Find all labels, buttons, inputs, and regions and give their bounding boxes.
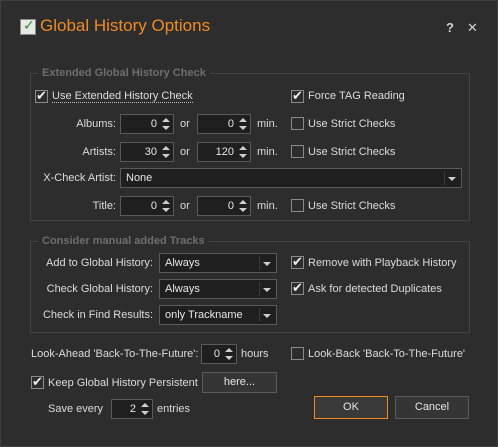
title-strict-checkbox[interactable]	[291, 199, 304, 212]
spin-arrows-icon[interactable]	[159, 197, 173, 215]
artists-to-value: 120	[215, 146, 234, 158]
artists-unit-label: min.	[257, 146, 278, 158]
dialog-window: ✓ Global History Options ? ✕ Extended Gl…	[0, 0, 498, 447]
chevron-down-icon[interactable]	[263, 314, 271, 318]
cancel-button[interactable]: Cancel	[395, 396, 469, 419]
lookahead-stepper[interactable]: 0	[201, 344, 237, 364]
chevron-down-icon[interactable]	[448, 177, 456, 181]
title-label: Title:	[92, 200, 116, 212]
save-every-value: 2	[129, 403, 136, 415]
title-or-label: or	[180, 200, 190, 212]
lookahead-label: Look-Ahead 'Back-To-The-Future':	[31, 348, 199, 360]
spin-arrows-icon[interactable]	[159, 115, 173, 133]
spin-arrows-icon[interactable]	[236, 197, 250, 215]
title-from-stepper[interactable]: 0	[120, 196, 174, 216]
spin-arrows-icon[interactable]	[236, 115, 250, 133]
dialog-title: Global History Options	[40, 16, 211, 35]
ok-button[interactable]: OK	[314, 396, 388, 419]
persistent-checkbox[interactable]	[31, 374, 44, 390]
artists-or-label: or	[180, 146, 190, 158]
close-button[interactable]: ✕	[467, 20, 478, 36]
artists-to-stepper[interactable]: 120	[197, 142, 251, 162]
spin-arrows-icon[interactable]	[138, 400, 152, 418]
find-results-value: only Trackname	[165, 309, 243, 321]
xcheck-artist-label: X-Check Artist:	[43, 172, 116, 184]
persistent-label[interactable]: Keep Global History Persistent	[48, 377, 198, 389]
albums-to-value: 0	[227, 118, 234, 130]
albums-unit-label: min.	[257, 118, 278, 130]
use-extended-label[interactable]: Use Extended History Check	[52, 90, 193, 103]
check-global-select[interactable]: Always	[159, 279, 277, 299]
check-global-label: Check Global History:	[46, 283, 153, 295]
chevron-down-icon[interactable]	[263, 288, 271, 292]
remove-playback-label[interactable]: Remove with Playback History	[308, 257, 457, 269]
lookahead-value: 0	[213, 348, 220, 360]
title-unit-label: min.	[257, 200, 278, 212]
add-global-value: Always	[165, 257, 200, 269]
ask-duplicates-checkbox[interactable]	[291, 280, 304, 296]
remove-playback-checkbox[interactable]	[291, 254, 304, 270]
find-results-select[interactable]: only Trackname	[159, 305, 277, 325]
spin-arrows-icon[interactable]	[222, 345, 236, 363]
find-results-label: Check in Find Results:	[42, 309, 153, 321]
albums-strict-label[interactable]: Use Strict Checks	[308, 118, 395, 130]
xcheck-artist-value: None	[126, 172, 153, 184]
albums-to-stepper[interactable]: 0	[197, 114, 251, 134]
artists-strict-label[interactable]: Use Strict Checks	[308, 146, 395, 158]
lookahead-unit-label: hours	[241, 348, 269, 360]
albums-or-label: or	[180, 118, 190, 130]
xcheck-artist-select[interactable]: None	[120, 168, 462, 188]
title-from-value: 0	[150, 200, 157, 212]
ask-duplicates-label[interactable]: Ask for detected Duplicates	[308, 283, 442, 295]
persistent-location-button[interactable]: here...	[202, 372, 277, 393]
save-every-stepper[interactable]: 2	[111, 399, 153, 419]
spin-arrows-icon[interactable]	[159, 143, 173, 161]
extended-history-legend: Extended Global History Check	[38, 67, 210, 79]
lookback-checkbox[interactable]	[291, 347, 304, 360]
spin-arrows-icon[interactable]	[236, 143, 250, 161]
save-every-unit-label: entries	[157, 403, 191, 415]
force-tag-label[interactable]: Force TAG Reading	[308, 90, 405, 102]
artists-label: Artists:	[82, 146, 116, 158]
title-strict-label[interactable]: Use Strict Checks	[308, 200, 395, 212]
force-tag-checkbox[interactable]	[291, 88, 304, 104]
chevron-down-icon[interactable]	[263, 262, 271, 266]
artists-from-stepper[interactable]: 30	[120, 142, 174, 162]
save-every-label: Save every	[48, 403, 104, 415]
app-icon: ✓	[20, 17, 36, 35]
title-to-value: 0	[227, 200, 234, 212]
albums-label: Albums:	[76, 118, 116, 130]
albums-from-stepper[interactable]: 0	[120, 114, 174, 134]
albums-from-value: 0	[150, 118, 157, 130]
albums-strict-checkbox[interactable]	[291, 117, 304, 130]
artists-from-value: 30	[144, 146, 157, 158]
help-button[interactable]: ?	[446, 20, 454, 35]
add-global-select[interactable]: Always	[159, 253, 277, 273]
artists-strict-checkbox[interactable]	[291, 145, 304, 158]
manual-tracks-legend: Consider manual added Tracks	[38, 235, 209, 247]
lookback-label[interactable]: Look-Back 'Back-To-The-Future'	[308, 348, 465, 360]
use-extended-checkbox[interactable]	[35, 88, 48, 104]
add-global-label: Add to Global History:	[46, 257, 153, 269]
title-to-stepper[interactable]: 0	[197, 196, 251, 216]
check-global-value: Always	[165, 283, 200, 295]
